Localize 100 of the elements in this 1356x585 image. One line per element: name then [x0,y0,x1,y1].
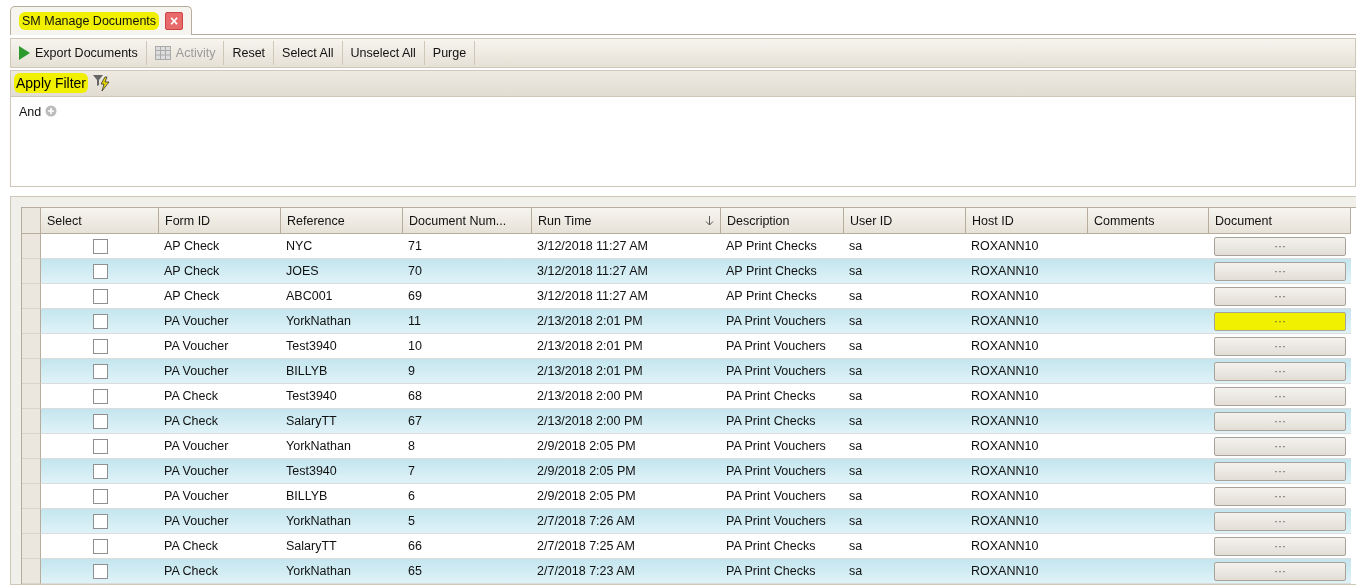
table-cell: ROXANN10 [966,459,1088,484]
row-header[interactable] [22,384,41,409]
checkbox[interactable] [92,488,108,504]
table-cell: sa [844,259,966,284]
table-cell: sa [844,509,966,534]
table-cell: 65 [403,559,532,584]
checkbox[interactable] [92,413,108,429]
table-cell: AP Print Checks [721,259,844,284]
table-cell: 3/12/2018 11:27 AM [532,259,721,284]
row-header[interactable] [22,234,41,259]
document-button[interactable]: ··· [1214,386,1346,406]
checkbox[interactable] [92,463,108,479]
table-cell: 2/13/2018 2:00 PM [532,409,721,434]
column-header[interactable]: Run Time [532,208,721,234]
row-header[interactable] [22,259,41,284]
table-cell: sa [844,459,966,484]
table-cell: PA Voucher [159,509,281,534]
checkbox[interactable] [92,563,108,579]
table-cell: ROXANN10 [966,359,1088,384]
table-cell: ROXANN10 [966,309,1088,334]
checkbox[interactable] [92,438,108,454]
checkbox[interactable] [92,238,108,254]
row-header[interactable] [22,284,41,309]
table-cell: YorkNathan [281,559,403,584]
row-header[interactable] [22,334,41,359]
toolbar-button[interactable]: Reset [224,40,275,65]
row-header[interactable] [22,534,41,559]
document-button[interactable]: ··· [1214,461,1346,481]
column-header[interactable]: Description [721,208,844,234]
column-header[interactable]: Select [41,208,159,234]
grid-icon [154,45,171,60]
table-cell: PA Print Checks [721,559,844,584]
column-header[interactable]: Comments [1088,208,1209,234]
table-cell: 67 [403,409,532,434]
table-cell: PA Voucher [159,359,281,384]
document-button[interactable]: ··· [1214,261,1346,281]
table-cell: sa [844,559,966,584]
row-header[interactable] [22,409,41,434]
toolbar-button[interactable]: Purge [424,40,476,65]
table-cell: 2/13/2018 2:01 PM [532,359,721,384]
document-button[interactable]: ··· [1214,236,1346,256]
checkbox[interactable] [92,363,108,379]
toolbar-button[interactable]: Select All [274,40,343,65]
column-header[interactable]: User ID [844,208,966,234]
table-cell: YorkNathan [281,509,403,534]
filter-lightning-icon[interactable] [92,74,113,93]
checkbox[interactable] [92,263,108,279]
document-button[interactable]: ··· [1214,536,1346,556]
sort-arrow-icon [705,215,714,226]
table-cell: PA Check [159,409,281,434]
table-cell: PA Voucher [159,309,281,334]
document-button[interactable]: ··· [1214,561,1346,581]
table-cell: PA Print Vouchers [721,459,844,484]
column-header[interactable]: Document [1209,208,1351,234]
document-tab[interactable]: SM Manage Documents × [10,6,193,36]
table-cell: SalaryTT [281,409,403,434]
row-header[interactable] [22,359,41,384]
row-header[interactable] [22,484,41,509]
table-cell: 5 [403,509,532,534]
table-cell: 9 [403,359,532,384]
document-button[interactable]: ··· [1214,361,1346,381]
checkbox[interactable] [92,338,108,354]
checkbox[interactable] [92,388,108,404]
apply-filter-button[interactable]: Apply Filter [14,73,89,94]
checkbox[interactable] [92,513,108,529]
row-header[interactable] [22,459,41,484]
table-cell: ROXANN10 [966,509,1088,534]
document-button[interactable]: ··· [1214,511,1346,531]
tab-title[interactable]: SM Manage Documents [19,12,160,31]
row-header[interactable] [22,509,41,534]
table-cell: sa [844,359,966,384]
document-button[interactable]: ··· [1214,411,1346,431]
document-button[interactable]: ··· [1214,436,1346,456]
table-cell: 7 [403,459,532,484]
table-cell: 70 [403,259,532,284]
checkbox[interactable] [92,313,108,329]
table-cell: 2/7/2018 7:23 AM [532,559,721,584]
checkbox[interactable] [92,288,108,304]
table-cell: sa [844,409,966,434]
table-cell: PA Print Vouchers [721,309,844,334]
row-header[interactable] [22,559,41,584]
table-cell: AP Check [159,259,281,284]
document-button[interactable]: ··· [1214,486,1346,506]
column-header[interactable]: Host ID [966,208,1088,234]
table-cell: ROXANN10 [966,259,1088,284]
column-header[interactable]: Reference [281,208,403,234]
toolbar-button[interactable]: Unselect All [342,40,425,65]
column-header[interactable]: Form ID [159,208,281,234]
document-button[interactable]: ··· [1214,311,1346,331]
document-button[interactable]: ··· [1214,286,1346,306]
column-header[interactable]: Document Num... [403,208,532,234]
document-button[interactable]: ··· [1214,336,1346,356]
toolbar-button[interactable]: Export Documents [11,40,147,65]
row-header[interactable] [22,434,41,459]
row-header[interactable] [22,309,41,334]
checkbox[interactable] [92,538,108,554]
table-cell: YorkNathan [281,309,403,334]
play-icon [19,45,30,60]
filter-operator[interactable]: And [19,104,42,119]
add-icon[interactable] [45,104,58,117]
